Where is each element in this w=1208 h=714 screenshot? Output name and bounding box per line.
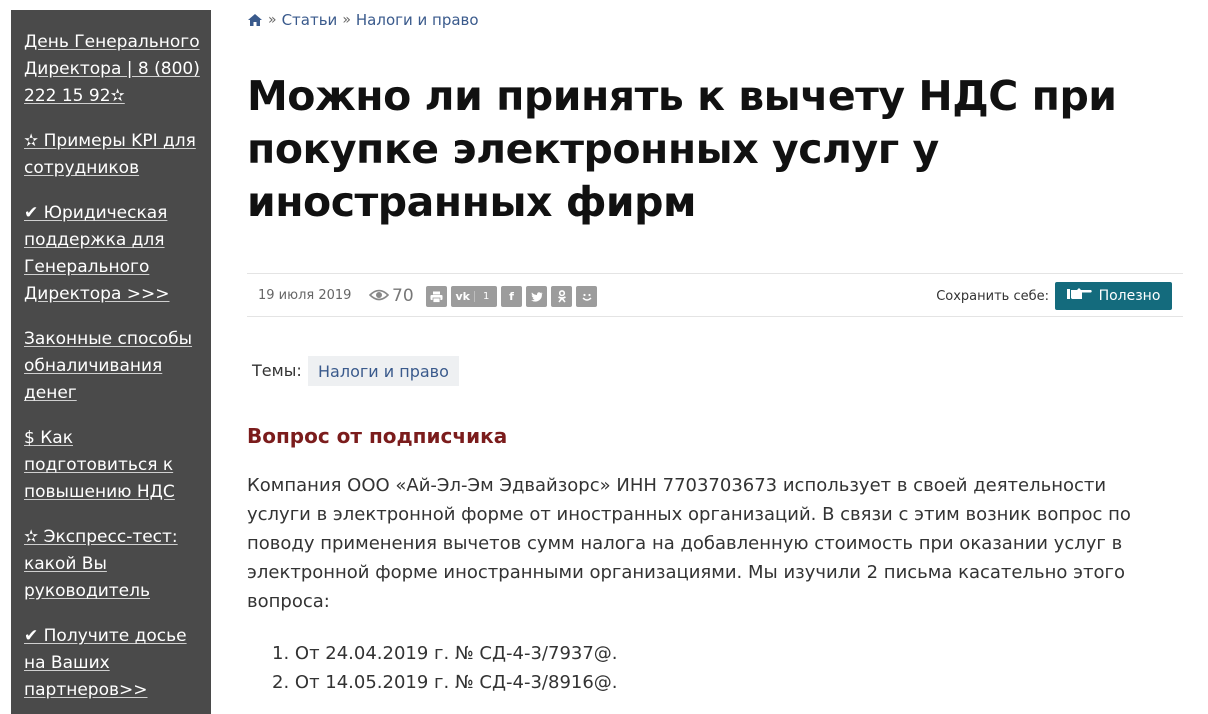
useful-button-label: Полезно <box>1098 288 1161 304</box>
breadcrumb-item-articles[interactable]: Статьи <box>282 11 338 29</box>
topics-label: Темы: <box>252 361 302 380</box>
topic-tag[interactable]: Налоги и право <box>308 356 459 386</box>
list-item: 1. От 24.04.2019 г. № СД-4-3/7937@. <box>272 643 618 664</box>
pointing-hand-icon <box>1066 287 1093 305</box>
home-icon[interactable] <box>247 13 263 27</box>
vk-share-button[interactable]: vk 1 <box>451 286 497 307</box>
vk-icon: vk <box>455 290 470 303</box>
print-icon[interactable] <box>426 286 447 307</box>
sidebar-item-cash-out[interactable]: Законные способы обналичивания денег <box>24 326 202 407</box>
section-heading: Вопрос от подписчика <box>247 424 508 448</box>
odnoklassniki-icon[interactable] <box>551 286 572 307</box>
page-title: Можно ли принять к вычету НДС при покупк… <box>247 72 1117 226</box>
breadcrumb-item-taxes[interactable]: Налоги и право <box>356 11 479 29</box>
sidebar-item-partner-dossier[interactable]: ✔ Получите досье на Ваших партнеров>> <box>24 623 202 704</box>
twitter-icon[interactable] <box>526 286 547 307</box>
breadcrumb-separator: » <box>268 12 277 28</box>
facebook-icon[interactable]: f <box>501 286 522 307</box>
useful-button[interactable]: Полезно <box>1055 282 1172 310</box>
sidebar: День Генерального Директора | 8 (800) 22… <box>11 10 211 714</box>
share-buttons: vk 1 f <box>426 286 597 307</box>
sidebar-item-kpi-examples[interactable]: ✫ Примеры KPI для сотрудников <box>24 128 202 182</box>
article-meta-bar: 19 июля 2019 70 vk 1 f Сохранить себе: П… <box>247 273 1183 317</box>
sidebar-item-ceo-day[interactable]: День Генерального Директора | 8 (800) 22… <box>24 29 202 110</box>
breadcrumb-separator: » <box>342 12 351 28</box>
sidebar-item-express-test[interactable]: ✫ Экспресс-тест: какой Вы руководитель <box>24 524 202 605</box>
vk-share-count: 1 <box>474 291 497 302</box>
smile-icon[interactable] <box>576 286 597 307</box>
save-label: Сохранить себе: <box>936 289 1049 304</box>
sidebar-item-legal-support[interactable]: ✔ Юридическая поддержка для Генерального… <box>24 200 202 308</box>
sidebar-item-vat-increase[interactable]: $ Как подготовиться к повышению НДС <box>24 425 202 506</box>
breadcrumb: » Статьи » Налоги и право <box>247 8 479 32</box>
letters-list: 1. От 24.04.2019 г. № СД-4-3/7937@. 2. О… <box>247 639 618 697</box>
list-item: 2. От 14.05.2019 г. № СД-4-3/8916@. <box>272 672 618 693</box>
eye-icon <box>368 286 390 306</box>
article-body: Компания ООО «Ай-Эл-Эм Эдвайзорс» ИНН 77… <box>247 475 1131 612</box>
view-count: 70 <box>368 286 414 306</box>
view-count-value: 70 <box>392 286 414 306</box>
publish-date: 19 июля 2019 <box>258 288 352 303</box>
